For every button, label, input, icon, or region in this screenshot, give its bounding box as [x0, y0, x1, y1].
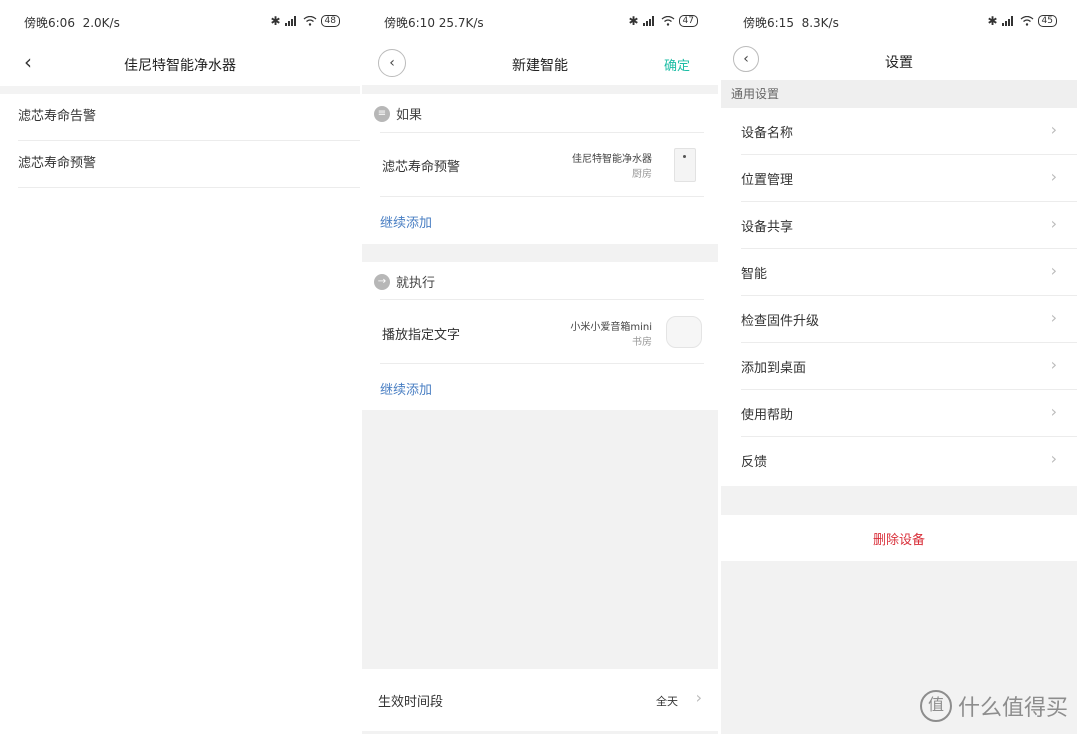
status-icons: ✱ 47	[628, 14, 698, 28]
add-condition-link[interactable]: 继续添加	[380, 212, 432, 231]
setting-firmware[interactable]: 检查固件升级 ›	[721, 296, 1077, 343]
status-time: 傍晚6:10	[384, 16, 435, 30]
wifi-icon	[1020, 16, 1033, 26]
panel-device-alerts: 傍晚6:06 2.0K/s ✱ 48 ‹ 佳尼特智能净水器 滤芯寿命告警 滤芯寿…	[0, 0, 360, 734]
setting-label: 检查固件升级	[741, 314, 820, 329]
action-device: 小米小爱音箱mini 书房	[570, 318, 652, 348]
page-title: 设置	[885, 55, 913, 71]
chevron-right-icon: ›	[1050, 214, 1057, 233]
divider	[0, 86, 360, 94]
status-time-speed: 傍晚6:15 8.3K/s	[743, 14, 839, 31]
setting-label: 智能	[741, 267, 768, 282]
status-time: 傍晚6:06	[24, 16, 75, 30]
signal-icon	[642, 16, 657, 26]
signal-icon	[284, 16, 299, 26]
chevron-right-icon: ›	[1050, 120, 1057, 139]
watermark-text: 什么值得买	[957, 696, 1068, 721]
panel-settings: 傍晚6:15 8.3K/s ✱ 45 ‹ 设置 通用设置 设备名称 › 位置管理 ›…	[721, 0, 1077, 734]
then-header: → 就执行	[374, 272, 435, 291]
status-bar: 傍晚6:15 8.3K/s ✱ 45	[743, 14, 1057, 32]
device-name: 小米小爱音箱mini	[570, 322, 652, 333]
battery-icon: 48	[320, 15, 340, 27]
list-icon: ≡	[374, 105, 390, 122]
setting-label: 设备名称	[741, 126, 794, 141]
status-icons: ✱ 48	[270, 14, 340, 28]
wifi-icon	[661, 16, 674, 26]
setting-add-desktop[interactable]: 添加到桌面 ›	[721, 343, 1077, 390]
chevron-right-icon: ›	[1050, 355, 1057, 374]
action-label: 播放指定文字	[382, 328, 461, 343]
network-speed: 25.7K/s	[438, 16, 484, 30]
list-item-warning[interactable]: 滤芯寿命预警	[18, 141, 360, 188]
then-section: → 就执行 播放指定文字 小米小爱音箱mini 书房 继续添加	[362, 262, 718, 410]
setting-label: 反馈	[741, 455, 768, 470]
divider	[380, 196, 704, 197]
setting-share[interactable]: 设备共享 ›	[721, 202, 1077, 249]
network-speed: 8.3K/s	[801, 16, 839, 30]
condition-device: 佳尼特智能净水器 厨房	[572, 150, 652, 180]
confirm-button[interactable]: 确定	[664, 55, 690, 74]
divider	[380, 299, 704, 300]
divider	[380, 363, 704, 364]
setting-label: 设备共享	[741, 220, 794, 235]
signal-icon	[1001, 16, 1016, 26]
chevron-right-icon: ›	[1050, 261, 1057, 280]
setting-smart[interactable]: 智能 ›	[721, 249, 1077, 296]
device-room: 书房	[632, 337, 652, 348]
if-section: ≡ 如果 滤芯寿命预警 佳尼特智能净水器 厨房 继续添加	[362, 94, 718, 244]
device-room: 厨房	[632, 169, 652, 180]
period-label: 生效时间段	[378, 695, 444, 710]
chevron-right-icon: ›	[695, 688, 702, 707]
add-action-link[interactable]: 继续添加	[380, 379, 432, 398]
bluetooth-icon: ✱	[270, 14, 281, 28]
effective-period-row[interactable]: 生效时间段 全天 ›	[362, 669, 718, 731]
bluetooth-icon: ✱	[628, 14, 639, 28]
setting-label: 使用帮助	[741, 408, 794, 423]
period-value: 全天	[656, 695, 678, 708]
status-bar: 傍晚6:06 2.0K/s ✱ 48	[24, 14, 340, 32]
status-bar: 傍晚6:10 25.7K/s ✱ 47	[384, 14, 698, 32]
battery-icon: 45	[1037, 15, 1057, 27]
battery-icon: 47	[678, 15, 698, 27]
if-label: 如果	[396, 108, 423, 123]
bluetooth-icon: ✱	[987, 14, 998, 28]
arrow-right-icon: →	[374, 273, 390, 290]
chevron-right-icon: ›	[1050, 308, 1057, 327]
chevron-right-icon: ›	[1050, 402, 1057, 421]
speaker-icon	[666, 316, 702, 348]
settings-group-label: 通用设置	[721, 80, 1077, 108]
condition-label: 滤芯寿命预警	[382, 160, 461, 175]
setting-location[interactable]: 位置管理 ›	[721, 155, 1077, 202]
delete-label: 删除设备	[872, 533, 925, 548]
spacer	[721, 486, 1077, 515]
watermark: 值 什么值得买	[919, 690, 1068, 722]
setting-help[interactable]: 使用帮助 ›	[721, 390, 1077, 437]
list-item-alert[interactable]: 滤芯寿命告警	[18, 94, 360, 141]
setting-feedback[interactable]: 反馈 ›	[721, 437, 1077, 484]
panel-new-automation: 傍晚6:10 25.7K/s ✱ 47 ‹ 新建智能 确定 ≡ 如果 滤芯寿命预…	[362, 0, 718, 734]
divider	[380, 132, 704, 133]
status-icons: ✱ 45	[987, 14, 1057, 28]
setting-label: 添加到桌面	[741, 361, 807, 376]
network-speed: 2.0K/s	[82, 16, 120, 30]
setting-device-name[interactable]: 设备名称 ›	[721, 108, 1077, 155]
then-label: 就执行	[396, 276, 436, 291]
status-time-speed: 傍晚6:06 2.0K/s	[24, 14, 120, 31]
setting-label: 位置管理	[741, 173, 794, 188]
page-title: 佳尼特智能净水器	[124, 58, 236, 74]
delete-device-button[interactable]: 删除设备	[721, 515, 1077, 561]
device-name: 佳尼特智能净水器	[572, 154, 652, 165]
chevron-right-icon: ›	[1050, 449, 1057, 468]
status-time: 傍晚6:15	[743, 16, 794, 30]
chevron-right-icon: ›	[1050, 167, 1057, 186]
watermark-logo-icon: 值	[919, 690, 952, 722]
if-header: ≡ 如果	[374, 104, 422, 123]
water-purifier-icon	[674, 148, 696, 182]
status-time-speed: 傍晚6:10 25.7K/s	[384, 14, 484, 31]
wifi-icon	[303, 16, 316, 26]
